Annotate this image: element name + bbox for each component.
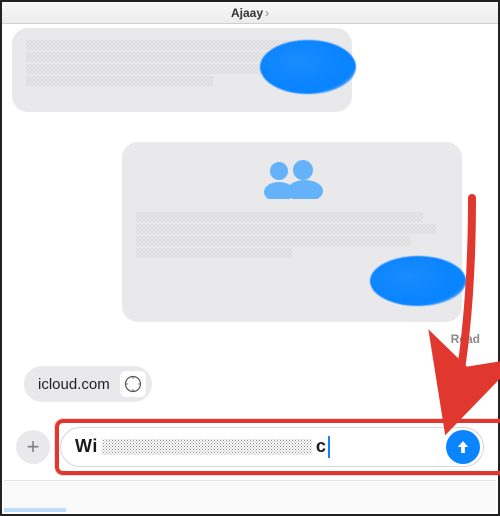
compose-bar: + Wic	[2, 414, 498, 480]
attach-plus-button[interactable]: +	[16, 430, 50, 464]
redacted-text	[102, 439, 312, 455]
chevron-right-icon: ›	[265, 6, 269, 20]
redaction-blob	[260, 40, 356, 94]
contact-avatar-glyph	[257, 159, 331, 199]
send-button[interactable]	[446, 430, 480, 464]
redaction-blob	[370, 256, 466, 306]
contact-name: Ajaay	[231, 6, 263, 20]
safari-compass-icon	[120, 371, 146, 397]
arrow-up-icon	[454, 438, 472, 456]
bottom-strip	[4, 480, 496, 512]
conversation-header[interactable]: Ajaay ›	[2, 2, 498, 24]
conversation-scroll[interactable]: Read icloud.com	[2, 24, 498, 424]
plus-icon: +	[27, 434, 40, 460]
link-preview-bubble[interactable]: icloud.com	[24, 366, 152, 402]
link-domain: icloud.com	[38, 376, 110, 393]
text-caret	[328, 436, 330, 458]
message-input-text: Wic	[75, 436, 443, 458]
read-receipt: Read	[451, 332, 480, 346]
message-input[interactable]: Wic	[60, 427, 484, 467]
